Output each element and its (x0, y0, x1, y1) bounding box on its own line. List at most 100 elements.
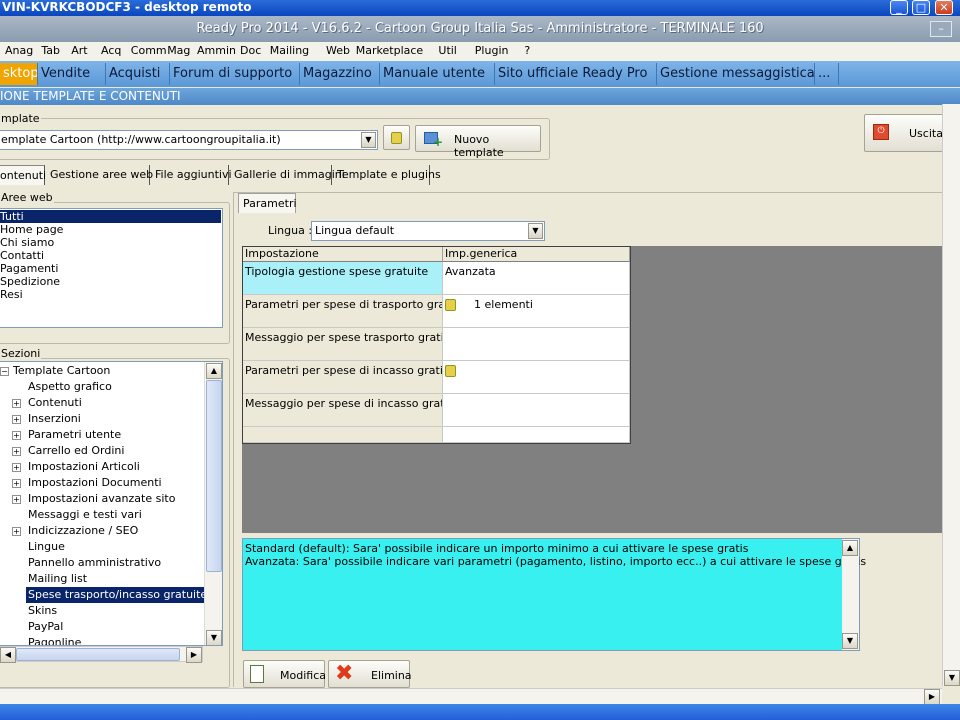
tab-forum-di-supporto[interactable]: Forum di supporto (170, 63, 300, 85)
tree-hscroll-thumb[interactable] (16, 648, 180, 661)
scroll-left-icon[interactable]: ◀ (0, 647, 16, 663)
menu-item-art[interactable]: Art (71, 42, 87, 60)
tree-item[interactable]: + Parametri utente (0, 427, 204, 443)
close-icon[interactable]: ✕ (935, 0, 953, 15)
expand-icon[interactable]: + (12, 415, 21, 424)
collapse-icon[interactable]: − (0, 367, 9, 376)
tree-root[interactable]: − Template Cartoon (0, 363, 204, 379)
expand-icon[interactable]: + (12, 479, 21, 488)
setting-value-cell[interactable] (443, 361, 630, 394)
template-select[interactable]: emplate Cartoon (http://www.cartoongroup… (0, 130, 378, 150)
scroll-down-icon[interactable]: ▼ (206, 630, 222, 645)
folder-icon[interactable] (445, 365, 456, 377)
setting-value-cell[interactable]: 1 elementi (443, 295, 630, 328)
tree-item[interactable]: + Indicizzazione / SEO (0, 523, 204, 539)
tree-item[interactable]: Pagonline (0, 635, 204, 645)
expand-icon[interactable]: + (12, 463, 21, 472)
chevron-down-icon[interactable]: ▼ (361, 132, 376, 148)
menu-item-anag[interactable]: Anag (5, 42, 33, 60)
subtab-gallerie-di-immagini[interactable]: Gallerie di immagini (230, 165, 345, 185)
tree-item[interactable]: + Impostazioni Articoli (0, 459, 204, 475)
menu-item-help[interactable]: ? (524, 42, 530, 60)
setting-name-cell[interactable]: Messaggio per spese trasporto gratis (243, 328, 443, 361)
open-folder-button[interactable] (383, 125, 410, 150)
subtab-gestione-aree-web[interactable]: Gestione aree web (46, 165, 153, 185)
menu-item-acq[interactable]: Acq (101, 42, 121, 60)
description-scrollbar[interactable]: ▲ ▼ (842, 539, 859, 650)
scroll-right-icon[interactable]: ▶ (186, 647, 202, 663)
tree-item[interactable]: + Contenuti (0, 395, 204, 411)
aree-web-item[interactable]: Pagamenti (0, 262, 221, 275)
modify-button[interactable]: Modifica (243, 660, 326, 688)
tab-manuale-utente[interactable]: Manuale utente (380, 63, 495, 85)
aree-web-item[interactable]: Chi siamo (0, 236, 221, 249)
expand-icon[interactable]: + (12, 527, 21, 536)
aree-web-item[interactable]: Contatti (0, 249, 221, 262)
tree-item[interactable]: PayPal (0, 619, 204, 635)
new-template-button[interactable]: + Nuovo template (415, 125, 541, 159)
chevron-down-icon[interactable]: ▼ (528, 223, 543, 239)
tree-item[interactable]: Aspetto grafico (0, 379, 204, 395)
menu-item-util[interactable]: Util (438, 42, 456, 60)
scroll-up-icon[interactable]: ▲ (842, 540, 858, 556)
menu-item-mailing[interactable]: Mailing (270, 42, 309, 60)
setting-value-cell[interactable] (443, 394, 630, 427)
tab-gestione-messaggistica[interactable]: Gestione messaggistica (657, 63, 815, 85)
window-hscrollbar[interactable]: ▶ (0, 688, 942, 705)
setting-value-cell[interactable] (443, 427, 630, 443)
tab-sito-ufficiale-ready-pro[interactable]: Sito ufficiale Ready Pro (495, 63, 657, 85)
aree-web-item[interactable]: Home page (0, 223, 221, 236)
tab-parametri[interactable]: Parametri (238, 193, 297, 213)
setting-value-cell[interactable] (443, 328, 630, 361)
tree-scroll-thumb[interactable] (206, 380, 222, 572)
tree-item[interactable]: Lingue (0, 539, 204, 555)
setting-name-cell[interactable]: Messaggio per spese di incasso gratis (243, 394, 443, 427)
subtab-ontenuti[interactable]: ontenuti (0, 165, 46, 185)
tab-acquisti[interactable]: Acquisti (106, 63, 170, 85)
app-minimize-icon[interactable]: – (930, 21, 952, 37)
menu-item-marketplace[interactable]: Marketplace (356, 42, 423, 60)
tab-magazzino[interactable]: Magazzino (300, 63, 380, 85)
scroll-right-icon[interactable]: ▶ (924, 689, 940, 705)
expand-icon[interactable]: + (12, 399, 21, 408)
delete-button[interactable]: ✖ Elimina (328, 660, 412, 688)
scroll-up-icon[interactable]: ▲ (206, 363, 222, 379)
menu-item-plugin[interactable]: Plugin (475, 42, 509, 60)
tree-item[interactable]: + Carrello ed Ordini (0, 443, 204, 459)
menu-item-mag[interactable]: Mag (167, 42, 190, 60)
expand-icon[interactable]: + (12, 447, 21, 456)
tree-item[interactable]: Skins (0, 603, 204, 619)
menu-item-comm[interactable]: Comm (131, 42, 167, 60)
tree-item[interactable]: Pannello amministrativo (0, 555, 204, 571)
subtab-file-aggiuntivi[interactable]: File aggiuntivi (151, 165, 232, 185)
tree-item[interactable]: + Impostazioni avanzate sito (0, 491, 204, 507)
folder-icon[interactable] (445, 299, 456, 311)
setting-name-cell[interactable]: Tipologia gestione spese gratuite (243, 262, 443, 295)
tree-vscrollbar[interactable]: ▲ ▼ (204, 362, 222, 645)
tab-[interactable]: ... (815, 63, 839, 85)
aree-web-item[interactable]: Tutti (0, 210, 221, 223)
tree-item[interactable]: + Impostazioni Documenti (0, 475, 204, 491)
maximize-icon[interactable]: □ (912, 0, 930, 15)
lingua-select[interactable]: Lingua default (311, 221, 545, 241)
tree-item[interactable]: + Inserzioni (0, 411, 204, 427)
tree-item[interactable]: Spese trasporto/incasso gratuite (0, 587, 210, 603)
setting-name-cell[interactable]: Parametri per spese di incasso gratis (243, 361, 443, 394)
menu-item-ammin[interactable]: Ammin (197, 42, 236, 60)
aree-web-item[interactable]: Spedizione (0, 275, 221, 288)
setting-value-cell[interactable]: Avanzata (443, 262, 630, 295)
menu-item-tab[interactable]: Tab (41, 42, 60, 60)
column-header-imp-generica[interactable]: Imp.generica (443, 247, 630, 262)
expand-icon[interactable]: + (12, 495, 21, 504)
window-vscrollbar[interactable]: ▼ (942, 104, 960, 686)
tab-vendite[interactable]: Vendite (38, 63, 106, 85)
tab-sktop[interactable]: sktop (0, 63, 38, 85)
tree-item[interactable]: Mailing list (0, 571, 204, 587)
scroll-down-icon[interactable]: ▼ (842, 633, 858, 649)
subtab-template-e-plugins[interactable]: Template e plugins (333, 165, 441, 185)
tree-item[interactable]: Messaggi e testi vari (0, 507, 204, 523)
setting-name-cell[interactable]: Parametri per spese di trasporto gratis (243, 295, 443, 328)
aree-web-item[interactable]: Resi (0, 288, 221, 301)
menu-item-web[interactable]: Web (326, 42, 350, 60)
setting-name-cell[interactable] (243, 427, 443, 443)
